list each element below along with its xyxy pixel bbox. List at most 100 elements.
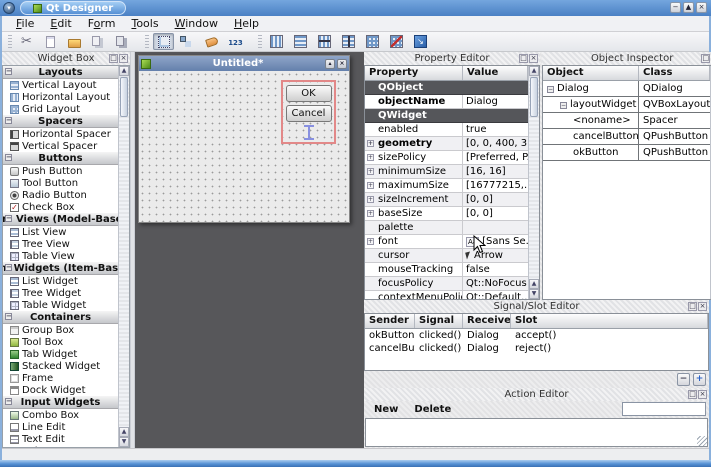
expand-icon[interactable]: + (367, 196, 374, 203)
action-editor-titlebar[interactable]: Action Editor □ × (364, 388, 709, 401)
new-action-button[interactable]: New (374, 404, 398, 415)
signal-slot-float-button[interactable]: □ (688, 302, 697, 311)
property-row-sizepolicy[interactable]: +sizePolicy[Preferred, P... (365, 151, 528, 165)
break-layout-button[interactable] (386, 33, 407, 50)
inspector-row-okbutton[interactable]: okButtonQPushButton (543, 145, 710, 161)
maximize-button[interactable]: ▲ (683, 2, 694, 13)
property-row-palette[interactable]: palette (365, 221, 528, 235)
column-sender[interactable]: Sender (365, 314, 415, 328)
widget-item-horizontal-spacer[interactable]: Horizontal Spacer (3, 128, 118, 140)
add-connection-button[interactable]: + (693, 373, 706, 386)
scroll-down-icon[interactable]: ▼ (119, 437, 129, 447)
object-inspector-titlebar[interactable]: Object Inspector □ × (542, 52, 711, 65)
scroll-up-icon[interactable]: ▲ (529, 279, 539, 289)
property-row-contextmenupolicy[interactable]: contextMenuPolicyQt::Default... (365, 291, 528, 299)
action-editor-close-button[interactable]: × (698, 390, 707, 399)
collapse-icon[interactable]: − (5, 68, 12, 75)
property-editor-float-button[interactable]: □ (519, 54, 528, 63)
widget-item-dock-widget[interactable]: Dock Widget (3, 384, 118, 396)
layout-grid-button[interactable] (362, 33, 383, 50)
widget-item-table-view[interactable]: Table View (3, 250, 118, 262)
widget-box-close-button[interactable]: × (119, 54, 128, 63)
widget-item-push-button[interactable]: Push Button (3, 165, 118, 177)
form-window[interactable]: Untitled* ▴ × OK Cancel (138, 55, 350, 223)
inspector-table-header[interactable]: Object Class (543, 66, 710, 81)
layout-horizontal-splitter-button[interactable] (314, 33, 335, 50)
widget-item-group-box[interactable]: Group Box (3, 324, 118, 336)
form-titlebar[interactable]: Untitled* ▴ × (139, 56, 349, 71)
menu-file[interactable]: File (8, 17, 42, 30)
property-row-mousetracking[interactable]: mouseTrackingfalse (365, 263, 528, 277)
column-receiver[interactable]: Receiver (463, 314, 511, 328)
action-filter-input[interactable] (622, 402, 706, 416)
property-row-focuspolicy[interactable]: focusPolicyQt::NoFocus (365, 277, 528, 291)
window-menu-button[interactable]: ▾ (3, 2, 15, 14)
delete-action-button[interactable]: Delete (414, 404, 451, 415)
widget-item-list-widget[interactable]: List Widget (3, 275, 118, 287)
expand-icon[interactable]: + (367, 182, 374, 189)
expand-icon[interactable]: − (547, 86, 554, 93)
collapse-icon[interactable]: − (5, 154, 12, 161)
widgetbox-section-item-views-model-based[interactable]: −Item Views (Model-Based) (3, 213, 118, 226)
toolbar-drag-handle[interactable] (8, 35, 12, 49)
column-value[interactable]: Value (463, 66, 528, 80)
property-editor-titlebar[interactable]: Property Editor □ × (364, 52, 540, 65)
open-button[interactable] (64, 33, 85, 50)
widget-box-scrollbar[interactable]: ▲ ▲ ▼ (118, 66, 129, 447)
widget-box-float-button[interactable]: □ (109, 54, 118, 63)
form-maximize-button[interactable]: ▴ (325, 59, 335, 69)
property-table-header[interactable]: Property Value (365, 66, 528, 81)
collapse-icon[interactable]: − (5, 264, 12, 271)
property-row-font[interactable]: +fontAa[Sans Se... (365, 235, 528, 249)
property-row-objectname[interactable]: objectNameDialog (365, 95, 528, 109)
widget-item-vertical-spacer[interactable]: Vertical Spacer (3, 140, 118, 152)
widget-item-list-view[interactable]: List View (3, 226, 118, 238)
scroll-up-icon[interactable]: ▲ (119, 427, 129, 437)
property-row-sizeincrement[interactable]: +sizeIncrement[0, 0] (365, 193, 528, 207)
widgetbox-section-item-widgets-item-based[interactable]: −Item Widgets (Item-Based) (3, 262, 118, 275)
paste-button[interactable] (40, 33, 61, 50)
toolbar-drag-handle[interactable] (258, 35, 262, 49)
widget-item-text-edit[interactable]: Text Edit (3, 433, 118, 445)
collapse-icon[interactable]: − (5, 117, 12, 124)
adjust-size-button[interactable] (410, 33, 431, 50)
widgetbox-section-buttons[interactable]: −Buttons (3, 152, 118, 165)
scrollbar-thumb[interactable] (530, 77, 538, 117)
layout-vertical-button[interactable] (290, 33, 311, 50)
widget-item-tab-widget[interactable]: Tab Widget (3, 348, 118, 360)
widgetbox-section-input-widgets[interactable]: −Input Widgets (3, 396, 118, 409)
column-slot[interactable]: Slot (511, 314, 708, 328)
column-property[interactable]: Property (365, 66, 463, 80)
resize-grip[interactable] (697, 436, 707, 446)
expand-icon[interactable]: + (367, 238, 374, 245)
menu-edit[interactable]: Edit (42, 17, 79, 30)
duplicate-button[interactable] (112, 33, 133, 50)
widget-item-radio-button[interactable]: Radio Button (3, 189, 118, 201)
property-editor-close-button[interactable]: × (529, 54, 538, 63)
property-row-cursor[interactable]: cursorArrow (365, 249, 528, 263)
widget-item-tool-box[interactable]: Tool Box (3, 336, 118, 348)
widget-item-horizontal-layout[interactable]: Horizontal Layout (3, 91, 118, 103)
signal-table-header[interactable]: Sender Signal Receiver Slot (365, 314, 708, 329)
menu-tools[interactable]: Tools (123, 17, 166, 30)
expand-icon[interactable]: − (560, 102, 567, 109)
signal-slot-close-button[interactable]: × (698, 302, 707, 311)
cancel-button[interactable]: Cancel (286, 105, 332, 122)
signal-slot-titlebar[interactable]: Signal/Slot Editor □ × (364, 300, 709, 313)
scroll-down-icon[interactable]: ▼ (529, 289, 539, 299)
widgetbox-section-spacers[interactable]: −Spacers (3, 115, 118, 128)
action-editor-float-button[interactable]: □ (688, 390, 697, 399)
minimize-button[interactable]: − (670, 2, 681, 13)
collapse-icon[interactable]: − (5, 215, 12, 222)
cut-button[interactable] (16, 33, 37, 50)
collapse-icon[interactable]: − (5, 398, 12, 405)
expand-icon[interactable]: + (367, 168, 374, 175)
widget-item-stacked-widget[interactable]: Stacked Widget (3, 360, 118, 372)
inspector-row-noname[interactable]: <noname>Spacer (543, 113, 710, 129)
scroll-up-icon[interactable]: ▲ (119, 66, 129, 76)
widget-item-vertical-layout[interactable]: Vertical Layout (3, 79, 118, 91)
object-inspector-float-button[interactable]: □ (701, 54, 710, 63)
inspector-row-cancelbutton[interactable]: cancelButtonQPushButton (543, 129, 710, 145)
widget-item-table-widget[interactable]: Table Widget (3, 299, 118, 311)
widget-item-combo-box[interactable]: Combo Box (3, 409, 118, 421)
